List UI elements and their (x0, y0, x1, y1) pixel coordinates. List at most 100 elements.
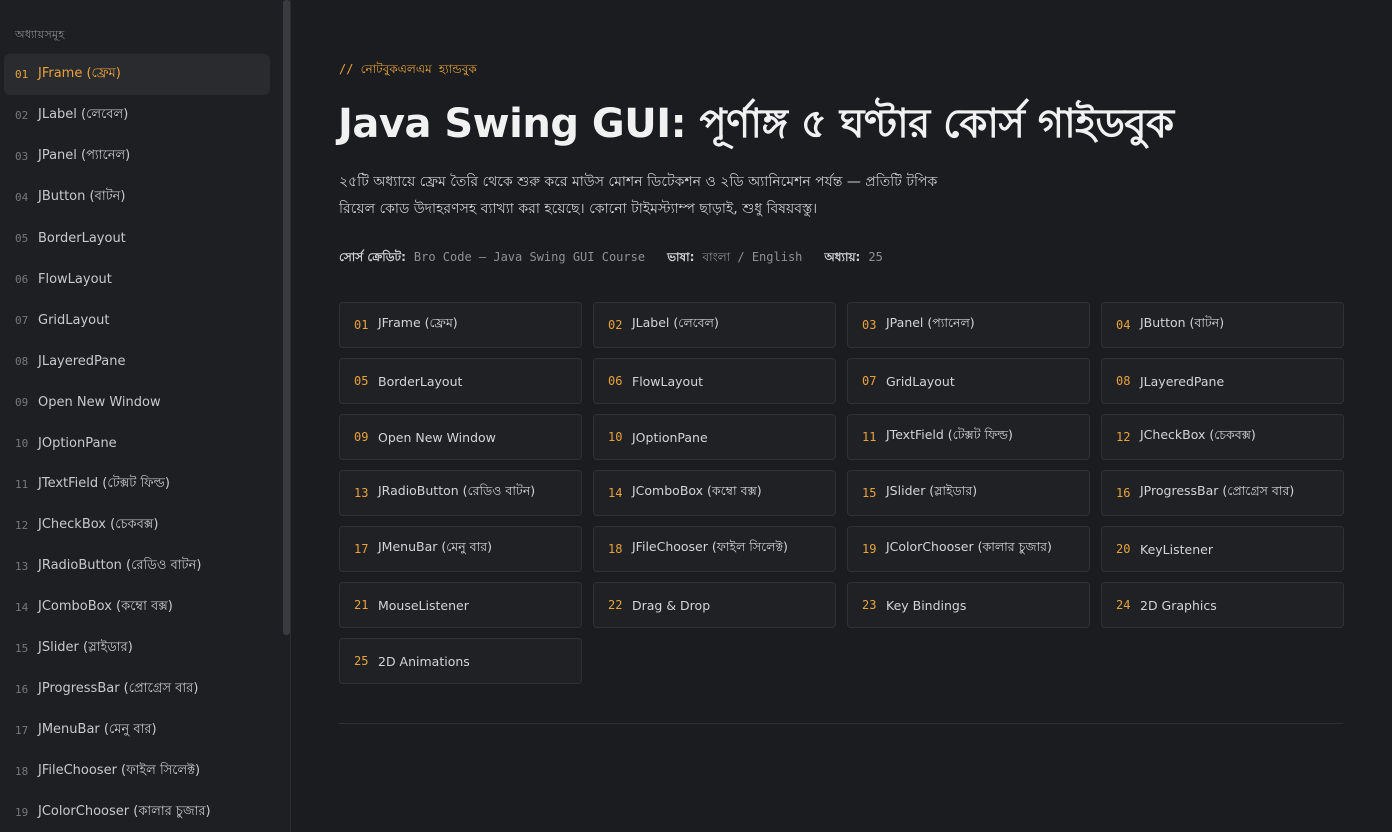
chapter-card[interactable]: 24 2D Graphics (1101, 582, 1344, 628)
description-line-2: রিয়েল কোড উদাহরণসহ ব্যাখ্যা করা হয়েছে।… (339, 201, 818, 217)
chapter-card-number: 04 (1116, 318, 1131, 332)
chapter-card-number: 20 (1116, 542, 1131, 556)
chapter-card[interactable]: 08 JLayeredPane (1101, 358, 1344, 404)
chapter-card-label: BorderLayout (378, 373, 463, 389)
chapter-card-number: 21 (354, 598, 369, 612)
chapter-card-number: 12 (1116, 430, 1131, 444)
sidebar-item[interactable]: 09 Open New Window (4, 382, 270, 423)
sidebar-item[interactable]: 15 JSlider (স্লাইডার) (4, 628, 270, 669)
chapter-card-label: Drag & Drop (632, 597, 711, 613)
source-label: সোর্স ক্রেডিট: (339, 250, 406, 264)
chapter-card-label: FlowLayout (632, 373, 704, 389)
sidebar-item[interactable]: 14 JComboBox (কম্বো বক্স) (4, 587, 270, 628)
chapter-card-label: JColorChooser (কালার চুজার) (886, 539, 1052, 554)
sidebar-item-number: 06 (15, 273, 29, 286)
chapter-card[interactable]: 13 JRadioButton (রেডিও বাটন) (339, 470, 582, 516)
sidebar-item-number: 10 (15, 437, 29, 450)
chapter-card-label: JMenuBar (মেনু বার) (378, 539, 493, 554)
sidebar-item[interactable]: 16 JProgressBar (প্রোগ্রেস বার) (4, 669, 270, 710)
language-label: ভাষা: (667, 250, 695, 264)
chapter-card[interactable]: 01 JFrame (ফ্রেম) (339, 302, 582, 348)
sidebar-item[interactable]: 08 JLayeredPane (4, 341, 270, 382)
chapter-card[interactable]: 14 JComboBox (কম্বো বক্স) (593, 470, 836, 516)
divider (339, 723, 1343, 724)
chapter-card[interactable]: 02 JLabel (লেবেল) (593, 302, 836, 348)
chapter-card-number: 08 (1116, 374, 1131, 388)
sidebar-item-label: GridLayout (38, 313, 110, 328)
chapter-card-label: JCheckBox (চেকবক্স) (1140, 427, 1256, 442)
chapter-card-label: JFileChooser (ফাইল সিলেক্ট) (632, 539, 788, 554)
sidebar-item-label: Open New Window (38, 395, 161, 410)
sidebar-item[interactable]: 07 GridLayout (4, 300, 270, 341)
chapter-card[interactable]: 04 JButton (বাটন) (1101, 302, 1344, 348)
chapter-card-label: JComboBox (কম্বো বক্স) (632, 483, 762, 498)
chapter-card[interactable]: 05 BorderLayout (339, 358, 582, 404)
chapter-card-number: 22 (608, 598, 623, 612)
sidebar-item-number: 02 (15, 109, 29, 122)
chapter-card[interactable]: 15 JSlider (স্লাইডার) (847, 470, 1090, 516)
chapter-card[interactable]: 22 Drag & Drop (593, 582, 836, 628)
sidebar-item-label: FlowLayout (38, 272, 112, 287)
chapter-card[interactable]: 18 JFileChooser (ফাইল সিলেক্ট) (593, 526, 836, 572)
chapter-card-label: JTextField (টেক্সট ফিল্ড) (886, 427, 1013, 442)
chapter-card[interactable]: 11 JTextField (টেক্সট ফিল্ড) (847, 414, 1090, 460)
chapter-card[interactable]: 21 MouseListener (339, 582, 582, 628)
chapter-card-number: 14 (608, 486, 623, 500)
chapter-card[interactable]: 03 JPanel (প্যানেল) (847, 302, 1090, 348)
sidebar-item-number: 16 (15, 683, 29, 696)
sidebar-item-number: 14 (15, 601, 29, 614)
chapter-card[interactable]: 23 Key Bindings (847, 582, 1090, 628)
chapter-card-label: 2D Graphics (1140, 597, 1217, 613)
sidebar-item-label: JCheckBox (চেকবক্স) (38, 517, 159, 532)
chapter-card-label: JLabel (লেবেল) (632, 315, 719, 330)
chapter-card[interactable]: 16 JProgressBar (প্রোগ্রেস বার) (1101, 470, 1344, 516)
chapter-card[interactable]: 10 JOptionPane (593, 414, 836, 460)
sidebar-item[interactable]: 03 JPanel (প্যানেল) (4, 136, 270, 177)
chapter-card[interactable]: 20 KeyListener (1101, 526, 1344, 572)
sidebar-item[interactable]: 19 JColorChooser (কালার চুজার) (4, 792, 270, 832)
chapter-card-label: JLayeredPane (1140, 373, 1225, 389)
sidebar-item-label: JFrame (ফ্রেম) (38, 66, 121, 81)
chapter-card[interactable]: 09 Open New Window (339, 414, 582, 460)
chapter-card[interactable]: 06 FlowLayout (593, 358, 836, 404)
sidebar-item-number: 11 (15, 478, 29, 491)
chapter-card[interactable]: 25 2D Animations (339, 638, 582, 684)
chapter-card[interactable]: 17 JMenuBar (মেনু বার) (339, 526, 582, 572)
sidebar-item-number: 18 (15, 765, 29, 778)
sidebar-item[interactable]: 06 FlowLayout (4, 259, 270, 300)
sidebar-item-label: BorderLayout (38, 231, 126, 246)
chapter-card-label: JSlider (স্লাইডার) (886, 483, 978, 498)
chapter-card[interactable]: 07 GridLayout (847, 358, 1090, 404)
chapter-card-number: 09 (354, 430, 369, 444)
sidebar-item[interactable]: 02 JLabel (লেবেল) (4, 95, 270, 136)
sidebar-item[interactable]: 05 BorderLayout (4, 218, 270, 259)
chapter-card-number: 02 (608, 318, 623, 332)
chapter-card-number: 11 (862, 430, 877, 444)
sidebar-item[interactable]: 04 JButton (বাটন) (4, 177, 270, 218)
sidebar-item[interactable]: 10 JOptionPane (4, 423, 270, 464)
chapter-card-label: JFrame (ফ্রেম) (378, 315, 458, 330)
sidebar-item[interactable]: 17 JMenuBar (মেনু বার) (4, 710, 270, 751)
chapter-card[interactable]: 12 JCheckBox (চেকবক্স) (1101, 414, 1344, 460)
chapter-card-number: 15 (862, 486, 877, 500)
sidebar-item-number: 12 (15, 519, 29, 532)
chapter-card-label: 2D Animations (378, 653, 470, 669)
sidebar-item[interactable]: 12 JCheckBox (চেকবক্স) (4, 505, 270, 546)
chapter-card[interactable]: 19 JColorChooser (কালার চুজার) (847, 526, 1090, 572)
chapter-grid: 01 JFrame (ফ্রেম) 02 JLabel (লেবেল) 03 JPanel… (339, 302, 1344, 684)
sidebar-item[interactable]: 13 JRadioButton (রেডিও বাটন) (4, 546, 270, 587)
sidebar-item-number: 19 (15, 806, 29, 819)
sidebar-item[interactable]: 11 JTextField (টেক্সট ফিল্ড) (4, 464, 270, 505)
source-value: Bro Code — Java Swing GUI Course (413, 250, 646, 264)
chapter-card-label: GridLayout (886, 373, 955, 389)
sidebar-item[interactable]: 18 JFileChooser (ফাইল সিলেক্ট) (4, 751, 270, 792)
sidebar: অধ্যায়সমূহ 01 JFrame (ফ্রেম) 02 JLabel (লে… (0, 0, 291, 832)
eyebrow-label: // নোটবুকএলএম হ্যান্ডবুক (339, 62, 477, 76)
sidebar-item[interactable]: 01 JFrame (ফ্রেম) (4, 54, 270, 95)
chapter-card-number: 18 (608, 542, 623, 556)
chapters-count: 25 (868, 250, 883, 264)
chapter-card-label: JOptionPane (632, 429, 708, 445)
chapters-label: অধ্যায়: (824, 250, 861, 264)
sidebar-scrollbar[interactable] (283, 0, 290, 635)
description-line-1: ২৫টি অধ্যায়ে ফ্রেম তৈরি থেকে শুরু করে ম… (339, 174, 938, 190)
